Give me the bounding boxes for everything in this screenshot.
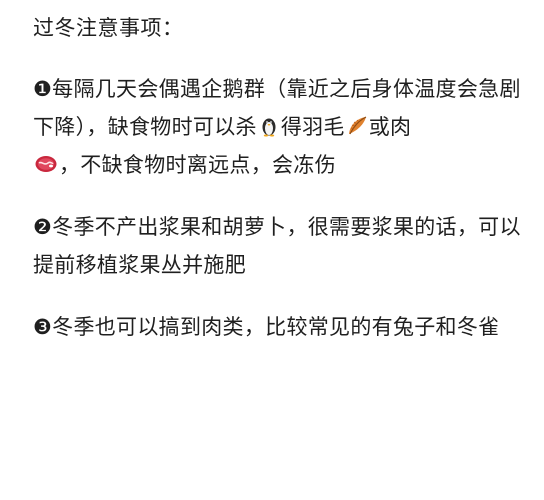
- tip-1: ❶每隔几天会偶遇企鹅群（靠近之后身体温度会急剧下降），缺食物时可以杀 得羽毛 或…: [33, 70, 523, 184]
- tip-text-part4: ，不缺食物时离远点，会冻伤: [59, 153, 336, 177]
- tip-text: 冬季不产出浆果和胡萝卜，很需要浆果的话，可以提前移植浆果丛并施肥: [33, 215, 521, 277]
- meat-icon: [34, 153, 58, 175]
- tip-text: 冬季也可以搞到肉类，比较常见的有兔子和冬雀: [52, 315, 500, 339]
- tip-number: ❸: [33, 315, 53, 339]
- tip-text-part2: 得羽毛: [280, 115, 345, 139]
- page-title: 过冬注意事项：: [33, 16, 184, 40]
- tip-2: ❷冬季不产出浆果和胡萝卜，很需要浆果的话，可以提前移植浆果丛并施肥: [33, 208, 523, 284]
- tip-text-part3: 或肉: [368, 115, 412, 139]
- feather-icon: [346, 115, 368, 137]
- tip-number: ❶: [33, 77, 53, 101]
- tip-3: ❸冬季也可以搞到肉类，比较常见的有兔子和冬雀: [33, 308, 523, 346]
- penguin-icon: [258, 115, 280, 137]
- notes-content: 过冬注意事项： ❶每隔几天会偶遇企鹅群（靠近之后身体温度会急剧下降），缺食物时可…: [33, 12, 523, 370]
- tip-number: ❷: [33, 215, 53, 239]
